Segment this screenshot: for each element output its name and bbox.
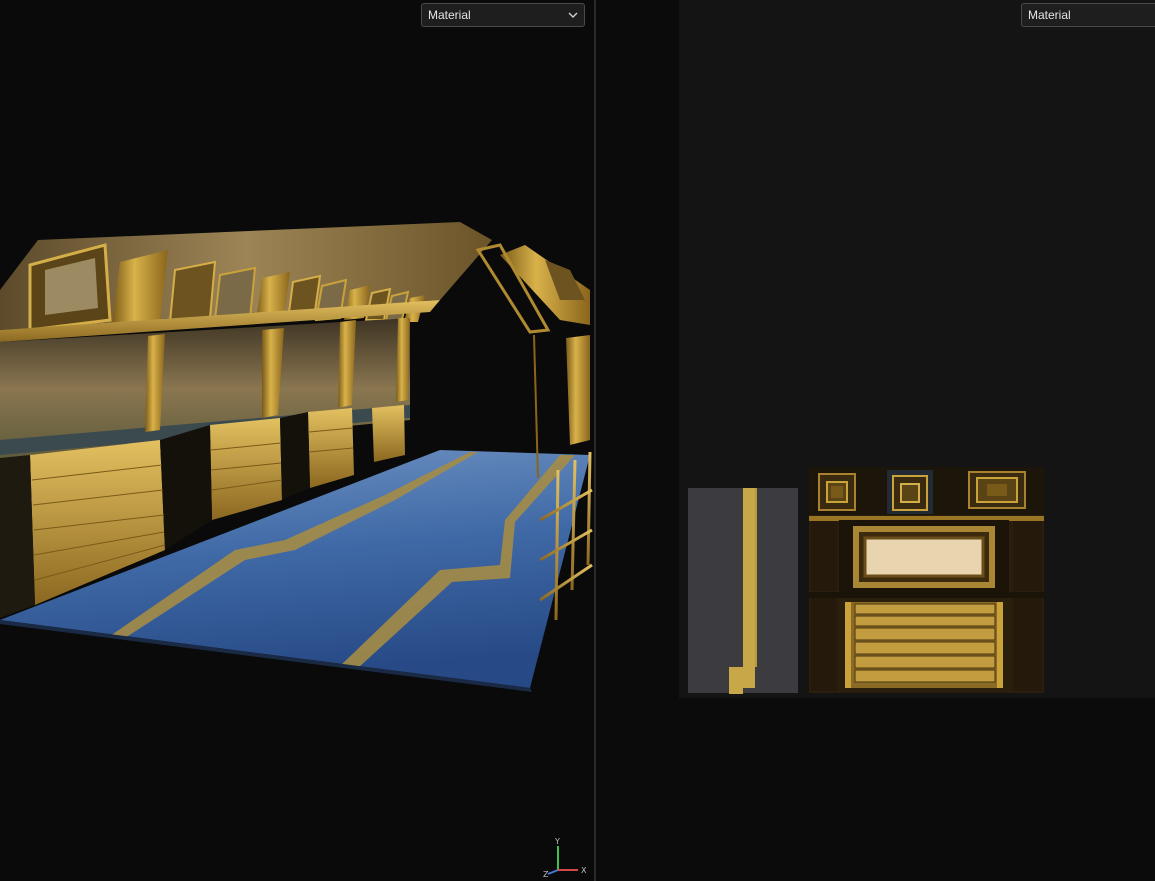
wall-texture-atlas [809, 467, 1044, 693]
uv-panel-footer [679, 698, 1155, 881]
uv-shading-value: Material [1028, 8, 1071, 22]
3d-viewport[interactable]: Material Y X Z [0, 0, 594, 881]
axis-y-label: Y [554, 837, 560, 846]
uv-editor-panel[interactable]: Material [679, 0, 1155, 698]
viewport-gutter [596, 0, 679, 881]
chevron-down-icon [568, 12, 578, 18]
uv-shading-dropdown[interactable]: Material [1021, 3, 1155, 27]
right-pillar [566, 335, 590, 445]
viewport-shading-value: Material [428, 8, 471, 22]
axis-z-label: Z [543, 870, 549, 878]
scene-render [0, 222, 593, 692]
floor-texture-swatch [688, 488, 798, 694]
uv-texture-canvas [688, 467, 1044, 694]
axis-x-label: X [581, 866, 587, 875]
axis-gizmo-icon[interactable]: Y X Z [540, 836, 590, 878]
editor-window: Material Y X Z Material [0, 0, 1155, 881]
ceiling-bracket [475, 243, 590, 334]
viewport-shading-dropdown[interactable]: Material [421, 3, 585, 27]
